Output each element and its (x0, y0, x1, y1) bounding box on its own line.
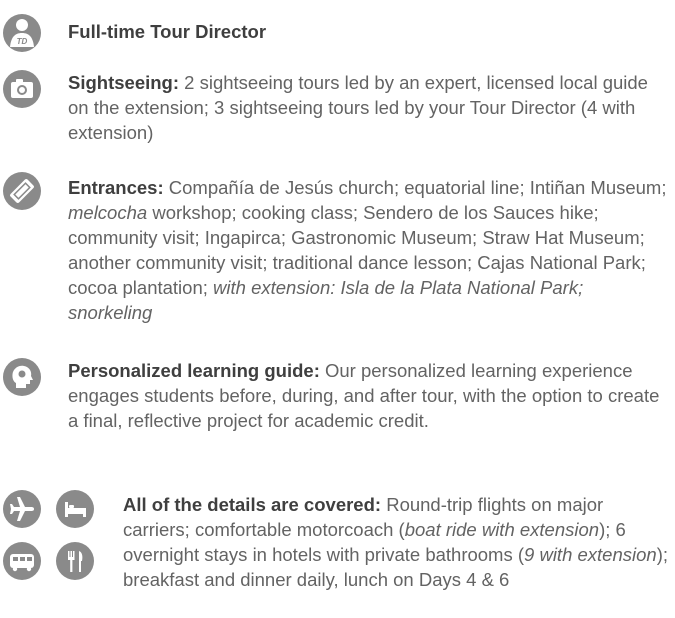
details-italic-1: boat ride with extension (404, 519, 600, 540)
ticket-icon (3, 172, 41, 210)
tour-director-icon: TD (3, 14, 41, 52)
head-icon (3, 358, 41, 396)
details-text: All of the details are covered: Round-tr… (123, 492, 669, 592)
camera-icon (3, 70, 41, 108)
bus-icon (3, 542, 41, 580)
entrances-body-1: Compañía de Jesús church; equatorial lin… (163, 177, 667, 198)
sightseeing-text: Sightseeing: 2 sightseeing tours led by … (68, 70, 669, 145)
tour-director-text: Full-time Tour Director (68, 19, 669, 44)
learning-guide-text: Personalized learning guide: Our persona… (68, 358, 669, 433)
sightseeing-label: Sightseeing: (68, 72, 180, 93)
entrances-italic-1: melcocha (68, 202, 148, 223)
details-label: All of the details are covered: (123, 494, 382, 515)
tour-director-icon-label: TD (17, 37, 28, 46)
tour-director-label: Full-time Tour Director (68, 21, 267, 42)
entrances-text: Entrances: Compañía de Jesús church; equ… (68, 175, 669, 325)
bed-icon (56, 490, 94, 528)
entrances-label: Entrances: (68, 177, 164, 198)
fork-knife-icon (56, 542, 94, 580)
airplane-icon (3, 490, 41, 528)
details-italic-2: 9 with extension (524, 544, 657, 565)
learning-guide-label: Personalized learning guide: (68, 360, 320, 381)
